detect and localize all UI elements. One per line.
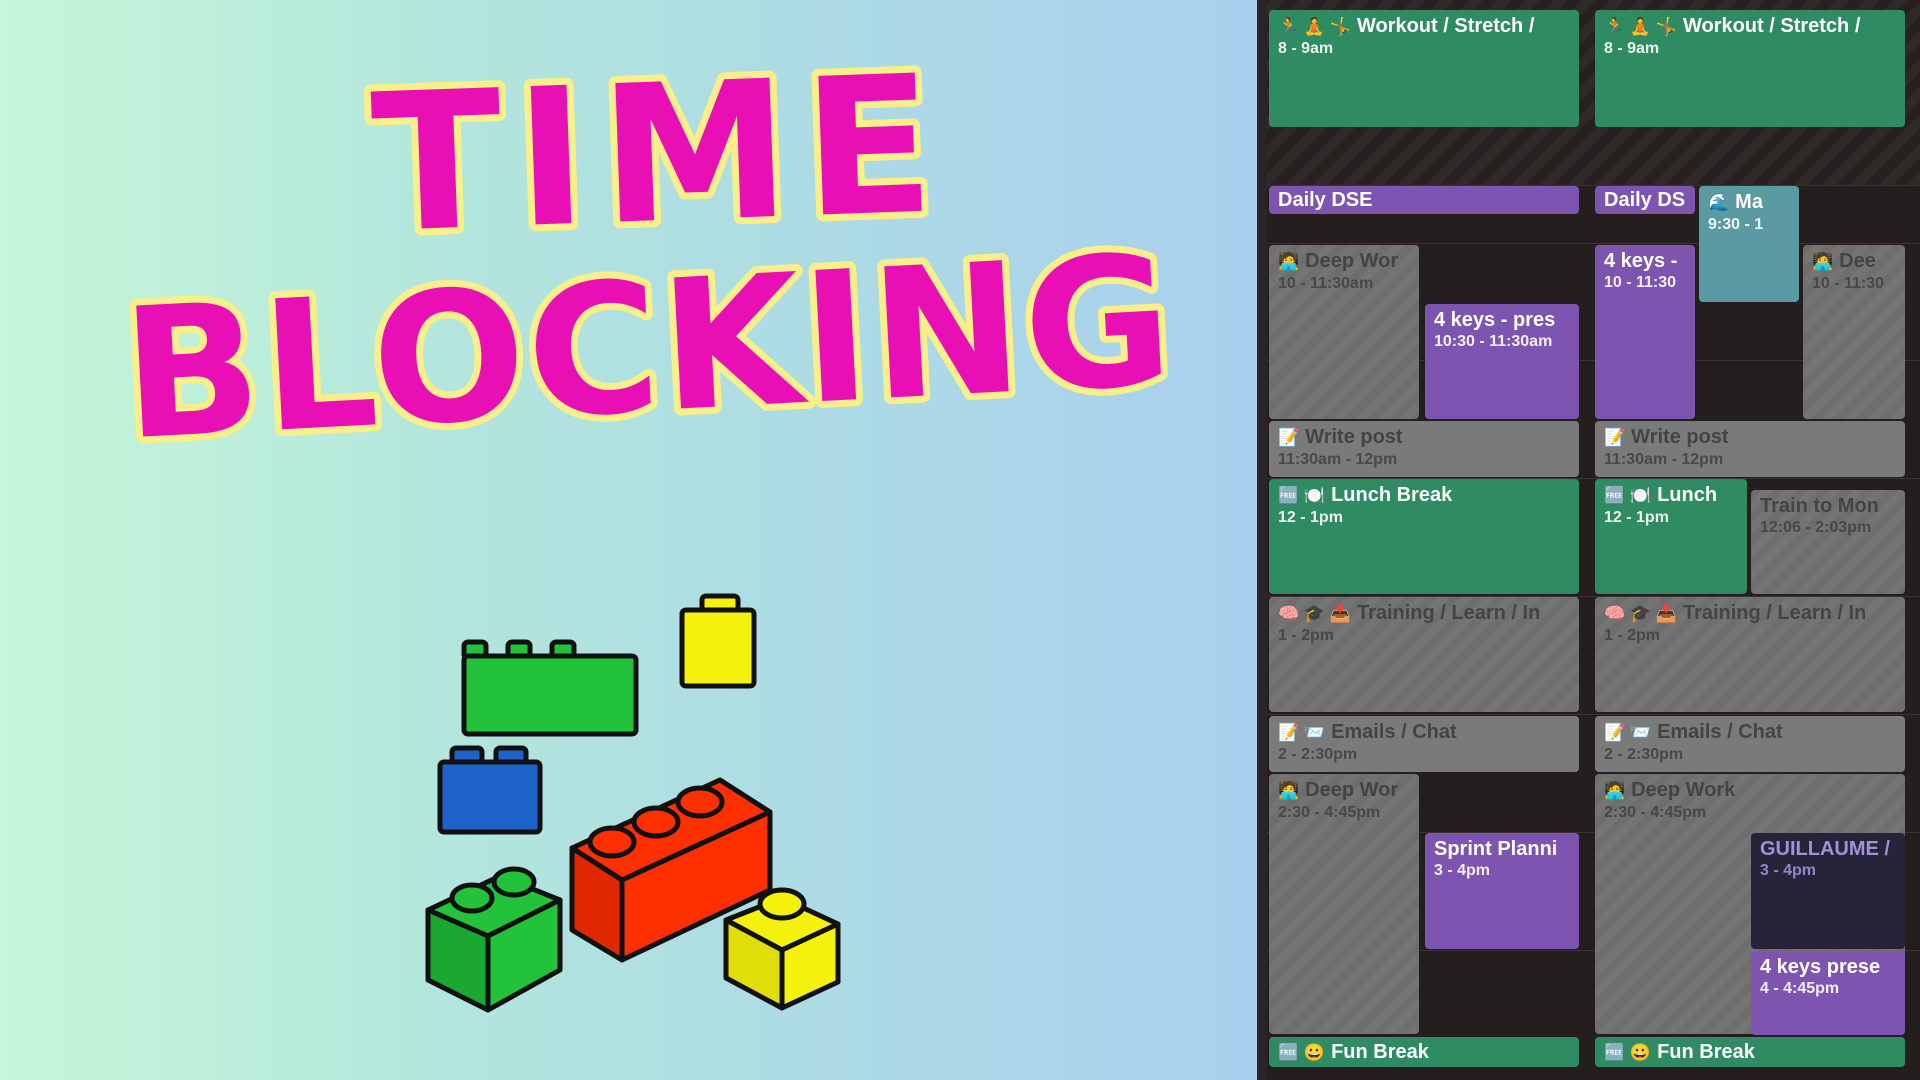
event-time: 11:30am - 12pm: [1278, 450, 1398, 468]
promo-panel: TIME TIME BLOCKING BLOCKING: [0, 0, 1257, 1080]
event-time: 8 - 9am: [1604, 39, 1660, 57]
free-smile-icons: 🆓 😀: [1278, 1042, 1326, 1062]
event-ma[interactable]: 🌊 Ma 9:30 - 1: [1699, 186, 1799, 302]
event-time: 8 - 9am: [1278, 39, 1334, 57]
memo-envelope-icons: 📝 📨: [1278, 722, 1326, 742]
event-deep-work-pm[interactable]: 🧑‍💻 Deep Wor 2:30 - 4:45pm: [1269, 774, 1419, 1034]
event-title: Fun Break: [1331, 1041, 1429, 1063]
event-time: 2 - 2:30pm: [1278, 745, 1358, 763]
event-title: Emails / Chat: [1657, 721, 1783, 743]
title-line2: BLOCKING: [118, 217, 1179, 481]
event-4-keys[interactable]: 4 keys - pres 10:30 - 11:30am: [1425, 304, 1579, 419]
event-train-to-mon[interactable]: Train to Mon 12:06 - 2:03pm: [1751, 490, 1905, 594]
event-time: 10:30 - 11:30am: [1434, 333, 1553, 350]
person-icon: 🧑‍💻: [1812, 251, 1834, 271]
event-time: 10 - 11:30: [1812, 274, 1885, 292]
event-time: 10 - 11:30: [1604, 274, 1677, 291]
event-daily-dse[interactable]: Daily DSE: [1269, 186, 1579, 214]
event-lunch-break[interactable]: 🆓 🍽️ Lunch 12 - 1pm: [1595, 479, 1747, 594]
event-4-keys-presentation[interactable]: 4 keys prese 4 - 4:45pm: [1751, 951, 1905, 1035]
event-title: Ma: [1735, 191, 1763, 213]
free-plate-icons: 🆓 🍽️: [1604, 485, 1652, 505]
event-workout[interactable]: 🏃 🧘 🤸 Workout / Stretch / 8 - 9am: [1595, 10, 1905, 127]
event-title: Workout / Stretch /: [1356, 15, 1535, 37]
event-sprint-planning[interactable]: Sprint Planni 3 - 4pm: [1425, 833, 1579, 949]
event-title: Training / Learn / In: [1682, 602, 1867, 624]
event-workout[interactable]: 🏃 🧘 🤸 Workout / Stretch / 8 - 9am: [1269, 10, 1579, 127]
event-training[interactable]: 🧠 🎓 📥 Training / Learn / In 1 - 2pm: [1269, 597, 1579, 712]
event-title: 4 keys - pres: [1434, 309, 1556, 331]
event-title: Sprint Planni: [1434, 838, 1558, 860]
person-icon: 🧑‍💻: [1278, 780, 1300, 800]
event-title: Train to Mon: [1760, 495, 1879, 517]
blue-brick: [437, 745, 543, 835]
workout-icons: 🏃 🧘 🤸: [1278, 16, 1351, 36]
event-title: Deep Wor: [1305, 250, 1399, 272]
event-title: Lunch: [1657, 484, 1718, 506]
event-training[interactable]: 🧠 🎓 📥 Training / Learn / In 1 - 2pm: [1595, 597, 1905, 712]
event-title: Deep Work: [1631, 779, 1736, 801]
event-title: Workout / Stretch /: [1682, 15, 1861, 37]
event-time: 1 - 2pm: [1604, 626, 1661, 644]
event-time: 3 - 4pm: [1434, 862, 1491, 879]
event-time: 2 - 2:30pm: [1604, 745, 1684, 763]
memo-envelope-icons: 📝 📨: [1604, 722, 1652, 742]
memo-icon: 📝: [1278, 427, 1300, 447]
event-title: 4 keys prese: [1760, 956, 1881, 978]
event-deep-work-am[interactable]: 🧑‍💻 Deep Wor 10 - 11:30am: [1269, 245, 1419, 419]
event-title: Daily DS: [1604, 189, 1686, 211]
calendar-gutter: [1257, 0, 1267, 1080]
event-title: Dee: [1839, 250, 1876, 272]
yellow-small-brick: [679, 593, 757, 689]
event-emails-chat[interactable]: 📝 📨 Emails / Chat 2 - 2:30pm: [1269, 716, 1579, 772]
event-guillaume[interactable]: GUILLAUME / 3 - 4pm: [1751, 833, 1905, 949]
event-title: GUILLAUME /: [1760, 838, 1890, 860]
event-title: Deep Wor: [1305, 779, 1399, 801]
event-time: 2:30 - 4:45pm: [1604, 803, 1707, 821]
free-plate-icons: 🆓 🍽️: [1278, 485, 1326, 505]
event-time: 9:30 - 1: [1708, 215, 1764, 233]
event-daily-dse[interactable]: Daily DS: [1595, 186, 1695, 214]
event-write-post[interactable]: 📝 Write post 11:30am - 12pm: [1269, 421, 1579, 477]
event-time: 3 - 4pm: [1760, 862, 1817, 879]
workout-icons: 🏃 🧘 🤸: [1604, 16, 1677, 36]
event-time: 2:30 - 4:45pm: [1278, 803, 1381, 821]
day-column-1: 🏃 🧘 🤸 Workout / Stretch / 8 - 9am Daily D…: [1269, 0, 1585, 1080]
event-title: Fun Break: [1657, 1041, 1755, 1063]
event-title: Emails / Chat: [1331, 721, 1457, 743]
lego-bricks-illustration: [425, 593, 841, 1013]
event-emails-chat[interactable]: 📝 📨 Emails / Chat 2 - 2:30pm: [1595, 716, 1905, 772]
memo-icon: 📝: [1604, 427, 1626, 447]
event-4-keys[interactable]: 4 keys - 10 - 11:30: [1595, 245, 1695, 419]
event-fun-break[interactable]: 🆓 😀 Fun Break: [1269, 1037, 1579, 1067]
event-title: Lunch Break: [1331, 484, 1453, 506]
event-time: 10 - 11:30am: [1278, 274, 1374, 292]
free-smile-icons: 🆓 😀: [1604, 1042, 1652, 1062]
event-time: 12 - 1pm: [1278, 508, 1343, 526]
person-icon: 🧑‍💻: [1278, 251, 1300, 271]
event-write-post[interactable]: 📝 Write post 11:30am - 12pm: [1595, 421, 1905, 477]
event-time: 11:30am - 12pm: [1604, 450, 1724, 468]
green-long-brick: [461, 639, 639, 737]
event-title: Write post: [1305, 426, 1403, 448]
event-title: 4 keys -: [1604, 250, 1678, 272]
event-lunch-break[interactable]: 🆓 🍽️ Lunch Break 12 - 1pm: [1269, 479, 1579, 594]
event-time: 12 - 1pm: [1604, 508, 1669, 526]
person-icon: 🧑‍💻: [1604, 780, 1626, 800]
event-title: Daily DSE: [1278, 189, 1373, 211]
day-column-2: 🏃 🧘 🤸 Workout / Stretch / 8 - 9am Daily D…: [1595, 0, 1915, 1080]
event-time: 1 - 2pm: [1278, 626, 1335, 644]
brain-cap-inbox-icons: 🧠 🎓 📥: [1278, 603, 1351, 623]
wave-icon: 🌊: [1708, 192, 1730, 212]
event-title: Write post: [1631, 426, 1729, 448]
green-cube-brick: [425, 866, 563, 1013]
event-fun-break[interactable]: 🆓 😀 Fun Break: [1595, 1037, 1905, 1067]
event-deep-work-am[interactable]: 🧑‍💻 Dee 10 - 11:30: [1803, 245, 1905, 419]
event-time: 4 - 4:45pm: [1760, 980, 1840, 997]
event-title: Training / Learn / In: [1356, 602, 1541, 624]
calendar-panel: 🏃 🧘 🤸 Workout / Stretch / 8 - 9am Daily D…: [1257, 0, 1920, 1080]
brain-cap-inbox-icons: 🧠 🎓 📥: [1604, 603, 1677, 623]
event-time: 12:06 - 2:03pm: [1760, 519, 1872, 536]
yellow-cube-brick: [723, 887, 841, 1011]
